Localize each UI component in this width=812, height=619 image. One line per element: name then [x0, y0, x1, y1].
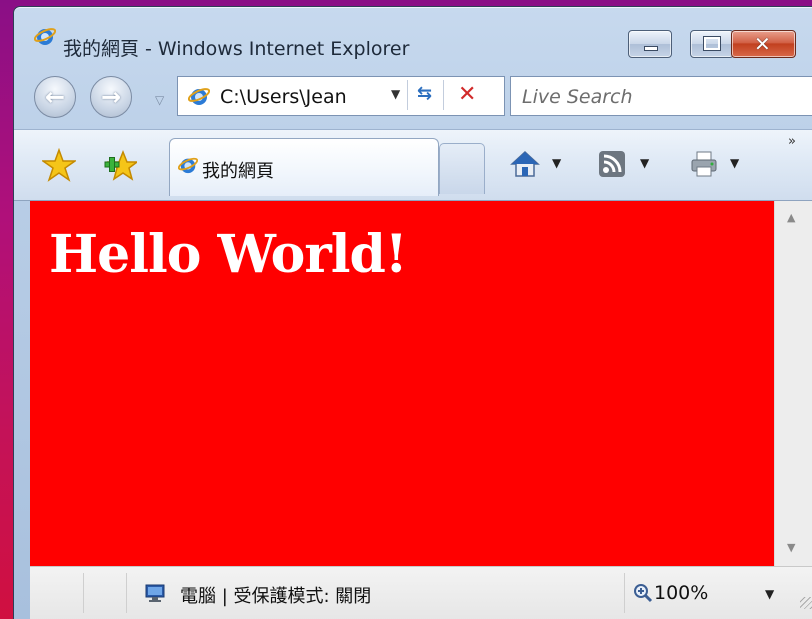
tab-bar: 我的網頁 ▼ ▼ ▼ »: [14, 129, 812, 201]
refresh-icon[interactable]: ⇆: [417, 83, 432, 104]
zoom-dropdown-icon[interactable]: ▼: [765, 587, 774, 601]
security-zone-text[interactable]: 電腦 | 受保護模式: 關閉: [180, 582, 371, 608]
page-content: Hello World!: [30, 201, 774, 566]
window-title: 我的網頁 - Windows Internet Explorer: [63, 38, 410, 60]
zoom-level[interactable]: 100%: [654, 582, 708, 604]
search-input[interactable]: Live Search: [522, 86, 633, 108]
address-divider: [443, 80, 444, 110]
vertical-scrollbar[interactable]: ▲ ▼: [774, 201, 812, 566]
computer-zone-icon: [145, 584, 165, 602]
tab-title: 我的網頁: [202, 161, 274, 182]
printer-icon[interactable]: [689, 149, 719, 179]
stop-icon[interactable]: ✕: [458, 82, 476, 107]
page-heading: Hello World!: [49, 224, 408, 285]
close-icon: ✕: [754, 32, 771, 56]
address-divider: [407, 80, 408, 110]
scroll-up-icon[interactable]: ▲: [787, 211, 795, 224]
ie-page-icon: [178, 157, 198, 174]
maximize-button[interactable]: [690, 30, 734, 58]
search-box[interactable]: Live Search: [510, 76, 812, 116]
minimize-icon: [644, 46, 658, 51]
print-dropdown-icon[interactable]: ▼: [730, 156, 739, 170]
forward-arrow-icon: →: [100, 83, 122, 111]
scroll-down-icon[interactable]: ▼: [787, 541, 795, 554]
maximize-icon: [703, 36, 721, 51]
address-input[interactable]: C:\Users\Jean: [220, 86, 347, 108]
ie-logo-icon: [34, 28, 56, 45]
tab-active[interactable]: 我的網頁: [169, 138, 439, 196]
rss-feed-icon[interactable]: [597, 149, 627, 179]
address-bar[interactable]: C:\Users\Jean ▼ ⇆ ✕: [177, 76, 505, 116]
more-commands-chevron-icon[interactable]: »: [788, 134, 796, 149]
resize-grip[interactable]: [800, 597, 812, 609]
navigation-bar: ← → ▽ C:\Users\Jean ▼ ⇆ ✕ Live Search: [14, 69, 812, 129]
address-dropdown-icon[interactable]: ▼: [391, 87, 400, 101]
favorites-star-icon[interactable]: [42, 148, 76, 182]
back-button[interactable]: ←: [34, 76, 76, 118]
forward-button[interactable]: →: [90, 76, 132, 118]
status-divider: [83, 573, 84, 613]
recent-pages-dropdown[interactable]: ▽: [155, 93, 164, 107]
status-divider: [624, 573, 625, 613]
close-button[interactable]: ✕: [731, 30, 796, 58]
browser-window: 我的網頁 - Windows Internet Explorer ✕ ← → ▽…: [13, 6, 812, 619]
status-divider: [126, 573, 127, 613]
add-favorites-icon[interactable]: [103, 148, 137, 182]
status-bar: 電腦 | 受保護模式: 關閉 100% ▼: [30, 566, 812, 619]
title-bar[interactable]: 我的網頁 - Windows Internet Explorer ✕: [14, 7, 812, 69]
minimize-button[interactable]: [628, 30, 672, 58]
feeds-dropdown-icon[interactable]: ▼: [640, 156, 649, 170]
ie-page-icon: [188, 88, 210, 105]
back-arrow-icon: ←: [44, 83, 66, 111]
zoom-magnifier-icon: [634, 584, 653, 603]
home-icon[interactable]: [510, 149, 540, 179]
home-dropdown-icon[interactable]: ▼: [552, 156, 561, 170]
new-tab-button[interactable]: [439, 143, 485, 194]
